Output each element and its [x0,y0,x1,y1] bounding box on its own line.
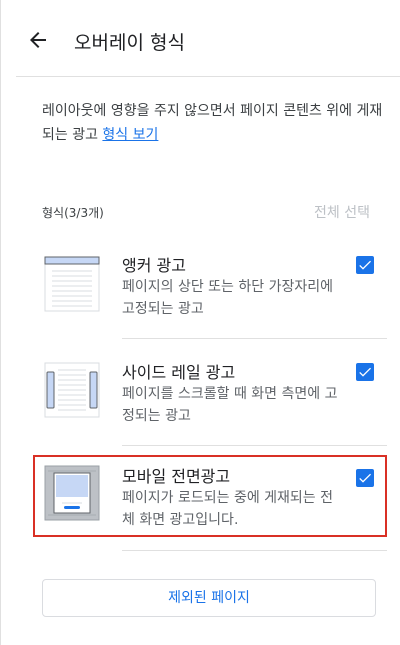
check-icon [359,473,371,483]
page-title: 오버레이 형식 [74,32,185,54]
format-item-title: 사이드 레일 광고 [122,363,236,382]
panel-left-border [0,0,1,645]
excluded-pages-button[interactable]: 제외된 페이지 [42,579,376,617]
back-button[interactable] [26,28,56,58]
check-icon [359,260,371,270]
format-item-description: 페이지가 로드되는 중에 게재되는 전체 화면 광고입니다. [122,490,333,528]
select-all-button[interactable]: 전체 선택 [314,202,370,222]
anchor-ad-checkbox[interactable] [356,256,374,274]
view-formats-link[interactable]: 형식 보기 [102,127,158,143]
mobile-interstitial-thumbnail-icon [44,465,100,521]
format-count-label: 형식(3/3개) [42,206,104,220]
divider [122,550,387,551]
mobile-interstitial-checkbox[interactable] [356,469,374,487]
format-item-title: 모바일 전면광고 [122,467,231,486]
description-text: 레이아웃에 영향을 주지 않으면서 페이지 콘텐츠 위에 게재되는 광고 [42,103,383,143]
format-item-description: 페이지의 상단 또는 하단 가장자리에 고정되는 광고 [122,279,333,317]
check-icon [359,367,371,377]
format-item-title: 앵커 광고 [122,256,186,275]
arrow-left-icon [30,32,46,48]
divider [122,445,387,446]
side-rail-ad-checkbox[interactable] [356,363,374,381]
anchor-ad-thumbnail-icon [44,256,100,312]
format-item-description: 페이지를 스크롤할 때 화면 측면에 고정되는 광고 [122,386,338,424]
format-item-mobile-interstitial: 모바일 전면광고 페이지가 로드되는 중에 게재되는 전체 화면 광고입니다. [42,463,387,533]
side-rail-ad-thumbnail-icon [44,362,100,418]
overlay-description: 레이아웃에 영향을 주지 않으면서 페이지 콘텐츠 위에 게재되는 광고 형식 … [42,99,387,147]
divider [122,338,387,339]
format-item-anchor: 앵커 광고 페이지의 상단 또는 하단 가장자리에 고정되는 광고 [42,250,387,340]
format-item-side-rail: 사이드 레일 광고 페이지를 스크롤할 때 화면 측면에 고정되는 광고 [42,357,387,447]
